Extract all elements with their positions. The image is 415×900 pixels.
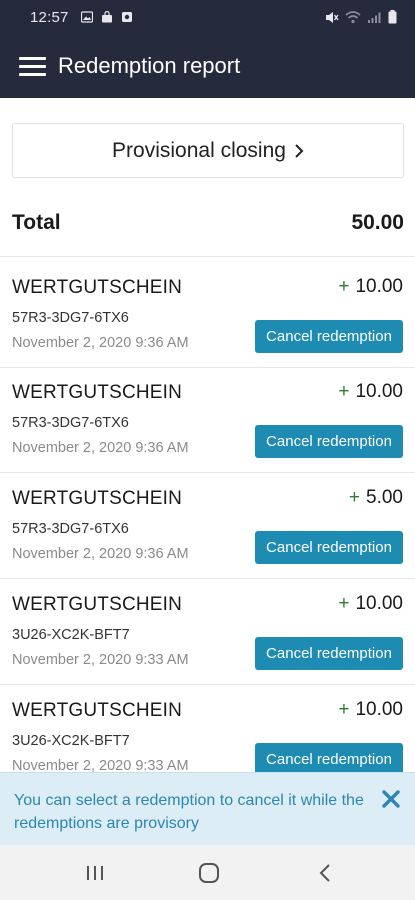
close-icon[interactable] <box>379 787 403 811</box>
redemption-date: November 2, 2020 9:36 AM <box>12 440 189 456</box>
toast-message: You can select a redemption to cancel it… <box>14 792 364 832</box>
voucher-code: 57R3-3DG7-6TX6 <box>12 521 129 537</box>
provisional-closing-button[interactable]: Provisional closing <box>12 123 404 178</box>
cancel-redemption-button[interactable]: Cancel redemption <box>255 320 403 353</box>
redemption-amount: +10.00 <box>338 381 403 403</box>
battery-icon <box>388 10 397 24</box>
voucher-code: 3U26-XC2K-BFT7 <box>12 627 130 643</box>
home-icon[interactable] <box>196 860 222 886</box>
redemption-item[interactable]: WERTGUTSCHEIN +10.00 57R3-3DG7-6TX6 Nove… <box>0 265 415 370</box>
total-row: Total 50.00 <box>12 205 404 241</box>
signal-icon <box>368 12 381 23</box>
recent-apps-icon[interactable] <box>82 860 108 886</box>
info-toast: You can select a redemption to cancel it… <box>0 772 415 845</box>
provisional-closing-label: Provisional closing <box>112 138 286 162</box>
voucher-code: 3U26-XC2K-BFT7 <box>12 733 130 749</box>
system-nav-bar <box>0 845 415 900</box>
voucher-name: WERTGUTSCHEIN <box>12 488 183 509</box>
voucher-name: WERTGUTSCHEIN <box>12 382 183 403</box>
wifi-icon <box>345 10 361 23</box>
redemption-item[interactable]: WERTGUTSCHEIN +5.00 57R3-3DG7-6TX6 Novem… <box>0 476 415 581</box>
cancel-redemption-button[interactable]: Cancel redemption <box>255 637 403 670</box>
redemption-item[interactable]: WERTGUTSCHEIN +10.00 3U26-XC2K-BFT7 Nove… <box>0 582 415 687</box>
redemption-amount: +10.00 <box>338 699 403 721</box>
chevron-right-icon <box>295 143 304 158</box>
amount-value: 5.00 <box>366 487 403 508</box>
redemption-amount: +5.00 <box>349 487 403 509</box>
voucher-code: 57R3-3DG7-6TX6 <box>12 310 129 326</box>
app-bar: Redemption report <box>0 34 415 98</box>
status-left: 12:57 <box>30 9 133 26</box>
menu-bar-line <box>18 64 46 68</box>
voucher-name: WERTGUTSCHEIN <box>12 594 183 615</box>
status-time: 12:57 <box>30 8 69 26</box>
voucher-name: WERTGUTSCHEIN <box>12 700 183 721</box>
amount-value: 10.00 <box>355 593 403 614</box>
voucher-name: WERTGUTSCHEIN <box>12 277 183 298</box>
amount-value: 10.00 <box>355 276 403 297</box>
mute-icon <box>326 11 339 23</box>
divider <box>0 684 415 685</box>
divider <box>0 472 415 473</box>
status-right <box>325 10 397 24</box>
total-value: 50.00 <box>351 211 404 234</box>
divider <box>0 256 415 257</box>
redemption-date: November 2, 2020 9:36 AM <box>12 335 189 351</box>
amount-sign: + <box>338 276 350 297</box>
gallery-icon <box>80 11 93 23</box>
menu-bar-line <box>18 72 46 76</box>
total-label: Total <box>12 211 61 234</box>
redemption-amount: +10.00 <box>338 593 403 615</box>
divider <box>0 578 415 579</box>
voucher-code: 57R3-3DG7-6TX6 <box>12 415 129 431</box>
redemption-date: November 2, 2020 9:36 AM <box>12 546 189 562</box>
amount-sign: + <box>338 381 350 402</box>
cancel-redemption-button[interactable]: Cancel redemption <box>255 531 403 564</box>
amount-sign: + <box>348 487 361 508</box>
bag-icon <box>101 11 112 23</box>
redemption-item[interactable]: WERTGUTSCHEIN +10.00 57R3-3DG7-6TX6 Nove… <box>0 370 415 475</box>
back-icon[interactable] <box>313 860 339 886</box>
app-notification-icon <box>121 12 132 22</box>
status-bar: 12:57 <box>0 0 415 34</box>
amount-value: 10.00 <box>355 699 403 720</box>
redemption-date: November 2, 2020 9:33 AM <box>12 652 189 668</box>
page-title: Redemption report <box>58 53 241 78</box>
amount-value: 10.00 <box>355 381 403 402</box>
amount-sign: + <box>338 699 350 720</box>
amount-sign: + <box>338 593 350 614</box>
hamburger-menu-icon[interactable] <box>8 42 56 90</box>
menu-bar-line <box>18 56 46 60</box>
divider <box>0 367 415 368</box>
redemption-amount: +10.00 <box>338 276 403 298</box>
cancel-redemption-button[interactable]: Cancel redemption <box>255 425 403 458</box>
